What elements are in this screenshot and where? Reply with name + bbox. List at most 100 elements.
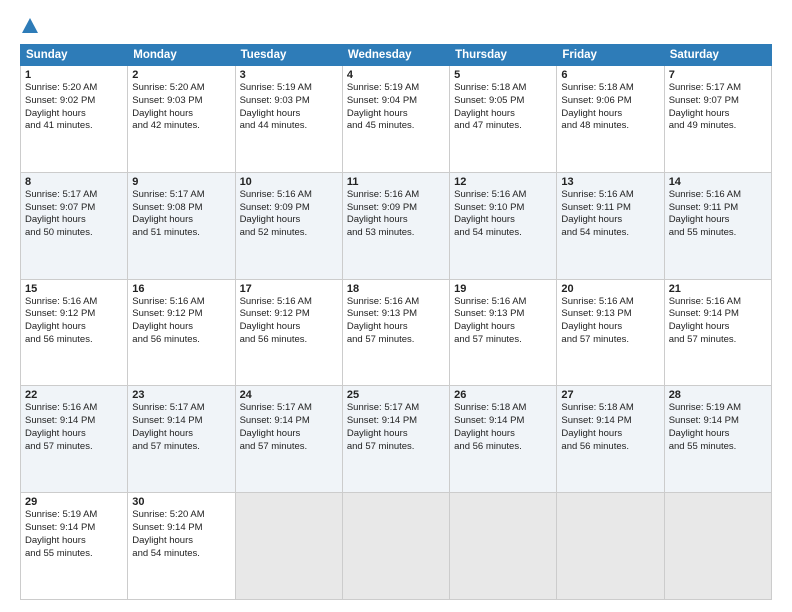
- day-number: 21: [669, 283, 767, 295]
- cell-content: Sunrise: 5:17 AMSunset: 9:08 PMDaylight …: [132, 189, 230, 240]
- day-number: 7: [669, 69, 767, 81]
- day-number: 28: [669, 389, 767, 401]
- table-row: 14Sunrise: 5:16 AMSunset: 9:11 PMDayligh…: [664, 172, 771, 279]
- day-number: 15: [25, 283, 123, 295]
- table-row: 20Sunrise: 5:16 AMSunset: 9:13 PMDayligh…: [557, 279, 664, 386]
- col-monday: Monday: [128, 45, 235, 66]
- table-row: 17Sunrise: 5:16 AMSunset: 9:12 PMDayligh…: [235, 279, 342, 386]
- cell-content: Sunrise: 5:16 AMSunset: 9:13 PMDaylight …: [561, 296, 659, 347]
- table-row: 7Sunrise: 5:17 AMSunset: 9:07 PMDaylight…: [664, 66, 771, 173]
- col-thursday: Thursday: [450, 45, 557, 66]
- cell-content: Sunrise: 5:16 AMSunset: 9:12 PMDaylight …: [132, 296, 230, 347]
- table-row: 26Sunrise: 5:18 AMSunset: 9:14 PMDayligh…: [450, 386, 557, 493]
- day-number: 22: [25, 389, 123, 401]
- cell-content: Sunrise: 5:16 AMSunset: 9:09 PMDaylight …: [240, 189, 338, 240]
- cell-content: Sunrise: 5:17 AMSunset: 9:14 PMDaylight …: [132, 402, 230, 453]
- day-number: 2: [132, 69, 230, 81]
- day-number: 18: [347, 283, 445, 295]
- table-row: 22Sunrise: 5:16 AMSunset: 9:14 PMDayligh…: [21, 386, 128, 493]
- table-row: 15Sunrise: 5:16 AMSunset: 9:12 PMDayligh…: [21, 279, 128, 386]
- table-row: 18Sunrise: 5:16 AMSunset: 9:13 PMDayligh…: [342, 279, 449, 386]
- table-row: 12Sunrise: 5:16 AMSunset: 9:10 PMDayligh…: [450, 172, 557, 279]
- cell-content: Sunrise: 5:20 AMSunset: 9:14 PMDaylight …: [132, 509, 230, 560]
- logo: [20, 16, 40, 34]
- cell-content: Sunrise: 5:16 AMSunset: 9:11 PMDaylight …: [669, 189, 767, 240]
- week-row-3: 15Sunrise: 5:16 AMSunset: 9:12 PMDayligh…: [21, 279, 772, 386]
- cell-content: Sunrise: 5:16 AMSunset: 9:10 PMDaylight …: [454, 189, 552, 240]
- table-row: [235, 493, 342, 600]
- day-number: 30: [132, 496, 230, 508]
- cell-content: Sunrise: 5:16 AMSunset: 9:13 PMDaylight …: [347, 296, 445, 347]
- day-number: 20: [561, 283, 659, 295]
- table-row: [557, 493, 664, 600]
- cell-content: Sunrise: 5:16 AMSunset: 9:14 PMDaylight …: [669, 296, 767, 347]
- table-row: 28Sunrise: 5:19 AMSunset: 9:14 PMDayligh…: [664, 386, 771, 493]
- week-row-4: 22Sunrise: 5:16 AMSunset: 9:14 PMDayligh…: [21, 386, 772, 493]
- cell-content: Sunrise: 5:19 AMSunset: 9:04 PMDaylight …: [347, 82, 445, 133]
- day-number: 1: [25, 69, 123, 81]
- header-row: Sunday Monday Tuesday Wednesday Thursday…: [21, 45, 772, 66]
- cell-content: Sunrise: 5:16 AMSunset: 9:12 PMDaylight …: [240, 296, 338, 347]
- table-row: [450, 493, 557, 600]
- table-row: 3Sunrise: 5:19 AMSunset: 9:03 PMDaylight…: [235, 66, 342, 173]
- table-row: 2Sunrise: 5:20 AMSunset: 9:03 PMDaylight…: [128, 66, 235, 173]
- day-number: 10: [240, 176, 338, 188]
- cell-content: Sunrise: 5:20 AMSunset: 9:03 PMDaylight …: [132, 82, 230, 133]
- day-number: 4: [347, 69, 445, 81]
- table-row: 5Sunrise: 5:18 AMSunset: 9:05 PMDaylight…: [450, 66, 557, 173]
- table-row: 30Sunrise: 5:20 AMSunset: 9:14 PMDayligh…: [128, 493, 235, 600]
- cell-content: Sunrise: 5:16 AMSunset: 9:09 PMDaylight …: [347, 189, 445, 240]
- table-row: 13Sunrise: 5:16 AMSunset: 9:11 PMDayligh…: [557, 172, 664, 279]
- day-number: 19: [454, 283, 552, 295]
- day-number: 26: [454, 389, 552, 401]
- day-number: 29: [25, 496, 123, 508]
- cell-content: Sunrise: 5:17 AMSunset: 9:07 PMDaylight …: [25, 189, 123, 240]
- table-row: 11Sunrise: 5:16 AMSunset: 9:09 PMDayligh…: [342, 172, 449, 279]
- table-row: 9Sunrise: 5:17 AMSunset: 9:08 PMDaylight…: [128, 172, 235, 279]
- day-number: 14: [669, 176, 767, 188]
- cell-content: Sunrise: 5:19 AMSunset: 9:14 PMDaylight …: [669, 402, 767, 453]
- day-number: 23: [132, 389, 230, 401]
- table-row: 29Sunrise: 5:19 AMSunset: 9:14 PMDayligh…: [21, 493, 128, 600]
- header: [20, 16, 772, 34]
- cell-content: Sunrise: 5:19 AMSunset: 9:14 PMDaylight …: [25, 509, 123, 560]
- table-row: 21Sunrise: 5:16 AMSunset: 9:14 PMDayligh…: [664, 279, 771, 386]
- cell-content: Sunrise: 5:18 AMSunset: 9:05 PMDaylight …: [454, 82, 552, 133]
- table-row: 24Sunrise: 5:17 AMSunset: 9:14 PMDayligh…: [235, 386, 342, 493]
- cell-content: Sunrise: 5:17 AMSunset: 9:07 PMDaylight …: [669, 82, 767, 133]
- day-number: 8: [25, 176, 123, 188]
- day-number: 9: [132, 176, 230, 188]
- day-number: 17: [240, 283, 338, 295]
- day-number: 25: [347, 389, 445, 401]
- col-saturday: Saturday: [664, 45, 771, 66]
- cell-content: Sunrise: 5:17 AMSunset: 9:14 PMDaylight …: [347, 402, 445, 453]
- table-row: 6Sunrise: 5:18 AMSunset: 9:06 PMDaylight…: [557, 66, 664, 173]
- table-row: 23Sunrise: 5:17 AMSunset: 9:14 PMDayligh…: [128, 386, 235, 493]
- day-number: 24: [240, 389, 338, 401]
- day-number: 12: [454, 176, 552, 188]
- table-row: 27Sunrise: 5:18 AMSunset: 9:14 PMDayligh…: [557, 386, 664, 493]
- cell-content: Sunrise: 5:16 AMSunset: 9:14 PMDaylight …: [25, 402, 123, 453]
- day-number: 13: [561, 176, 659, 188]
- table-row: [342, 493, 449, 600]
- table-row: 25Sunrise: 5:17 AMSunset: 9:14 PMDayligh…: [342, 386, 449, 493]
- table-row: 10Sunrise: 5:16 AMSunset: 9:09 PMDayligh…: [235, 172, 342, 279]
- day-number: 5: [454, 69, 552, 81]
- day-number: 27: [561, 389, 659, 401]
- cell-content: Sunrise: 5:18 AMSunset: 9:14 PMDaylight …: [561, 402, 659, 453]
- col-friday: Friday: [557, 45, 664, 66]
- cell-content: Sunrise: 5:16 AMSunset: 9:11 PMDaylight …: [561, 189, 659, 240]
- cell-content: Sunrise: 5:18 AMSunset: 9:14 PMDaylight …: [454, 402, 552, 453]
- table-row: 4Sunrise: 5:19 AMSunset: 9:04 PMDaylight…: [342, 66, 449, 173]
- page: Sunday Monday Tuesday Wednesday Thursday…: [0, 0, 792, 612]
- logo-text: [20, 16, 40, 34]
- table-row: [664, 493, 771, 600]
- table-row: 16Sunrise: 5:16 AMSunset: 9:12 PMDayligh…: [128, 279, 235, 386]
- table-row: 8Sunrise: 5:17 AMSunset: 9:07 PMDaylight…: [21, 172, 128, 279]
- cell-content: Sunrise: 5:16 AMSunset: 9:13 PMDaylight …: [454, 296, 552, 347]
- week-row-5: 29Sunrise: 5:19 AMSunset: 9:14 PMDayligh…: [21, 493, 772, 600]
- week-row-2: 8Sunrise: 5:17 AMSunset: 9:07 PMDaylight…: [21, 172, 772, 279]
- col-tuesday: Tuesday: [235, 45, 342, 66]
- cell-content: Sunrise: 5:18 AMSunset: 9:06 PMDaylight …: [561, 82, 659, 133]
- cell-content: Sunrise: 5:16 AMSunset: 9:12 PMDaylight …: [25, 296, 123, 347]
